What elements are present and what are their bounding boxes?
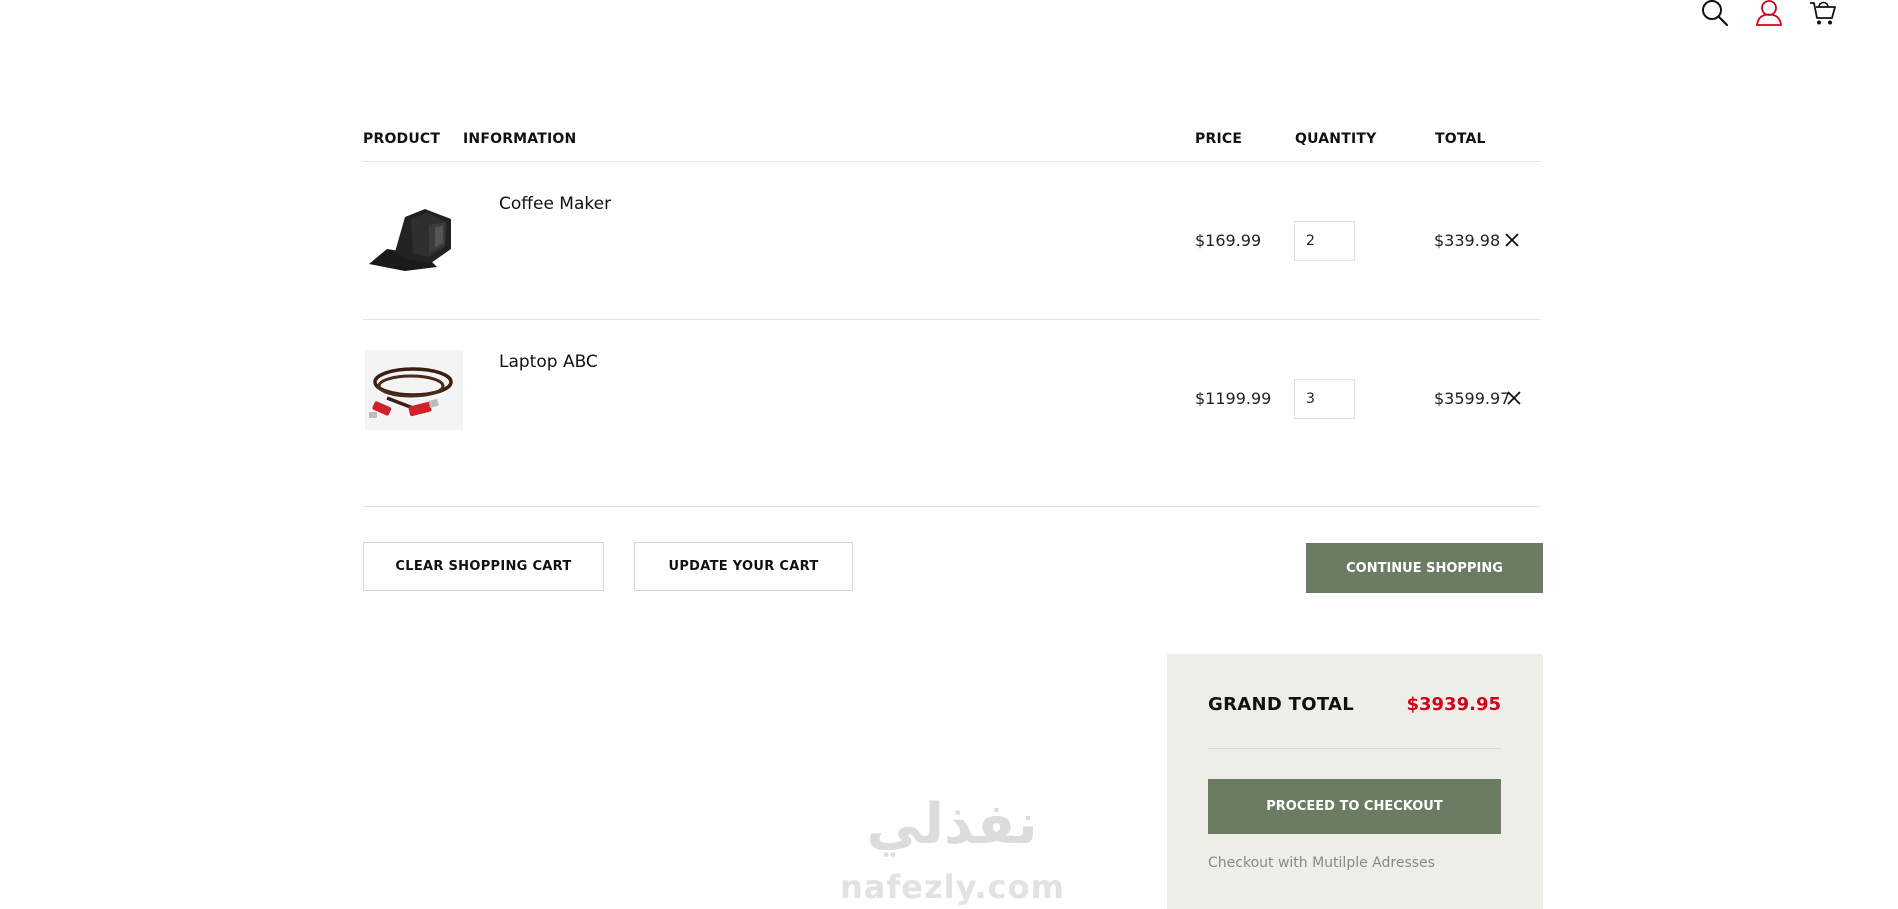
header-price: PRICE (1195, 131, 1243, 147)
product-price: $169.99 (1195, 231, 1262, 250)
header-product: PRODUCT (363, 131, 441, 147)
product-image-hdmi-cable[interactable] (365, 350, 463, 430)
user-icon[interactable] (1754, 0, 1784, 26)
product-image-phone-holder[interactable] (365, 197, 463, 277)
divider (1208, 748, 1501, 749)
continue-shopping-button[interactable]: CONTINUE SHOPPING (1306, 543, 1543, 593)
product-price: $1199.99 (1195, 389, 1272, 408)
product-name[interactable]: Laptop ABC (499, 352, 598, 372)
product-total: $339.98 (1434, 231, 1501, 250)
header-information: INFORMATION (463, 131, 577, 147)
proceed-to-checkout-button[interactable]: PROCEED TO CHECKOUT (1208, 779, 1501, 834)
watermark-arabic-text: نفذلي (866, 792, 1038, 857)
header-quantity: QUANTITY (1295, 131, 1377, 147)
remove-item-icon[interactable] (1504, 232, 1520, 248)
grand-total-value: $3939.95 (1406, 694, 1501, 715)
clear-cart-button[interactable]: CLEAR SHOPPING CART (363, 542, 604, 591)
watermark-domain-text: nafezly.com (840, 868, 1065, 906)
header-total: TOTAL (1435, 131, 1486, 147)
update-cart-button[interactable]: UPDATE YOUR CART (634, 542, 853, 591)
grand-total-label: GRAND TOTAL (1208, 694, 1354, 715)
quantity-input[interactable] (1294, 221, 1355, 261)
table-row: Coffee Maker $169.99 $339.98 (363, 162, 1540, 320)
watermark-logo: نفذلي nafezly.com (840, 790, 1064, 909)
multi-address-checkout-link[interactable]: Checkout with Mutilple Adresses (1208, 855, 1435, 871)
quantity-input[interactable] (1294, 379, 1355, 419)
search-icon[interactable] (1700, 0, 1730, 27)
table-row: Laptop ABC $1199.99 $3599.97 (363, 320, 1540, 507)
product-name[interactable]: Coffee Maker (499, 194, 611, 214)
remove-item-icon[interactable] (1506, 390, 1522, 406)
grand-total-panel: GRAND TOTAL $3939.95 PROCEED TO CHECKOUT… (1167, 654, 1543, 909)
table-header: PRODUCT INFORMATION PRICE QUANTITY TOTAL (363, 126, 1540, 162)
cart-icon[interactable] (1808, 0, 1838, 26)
product-total: $3599.97 (1434, 389, 1511, 408)
